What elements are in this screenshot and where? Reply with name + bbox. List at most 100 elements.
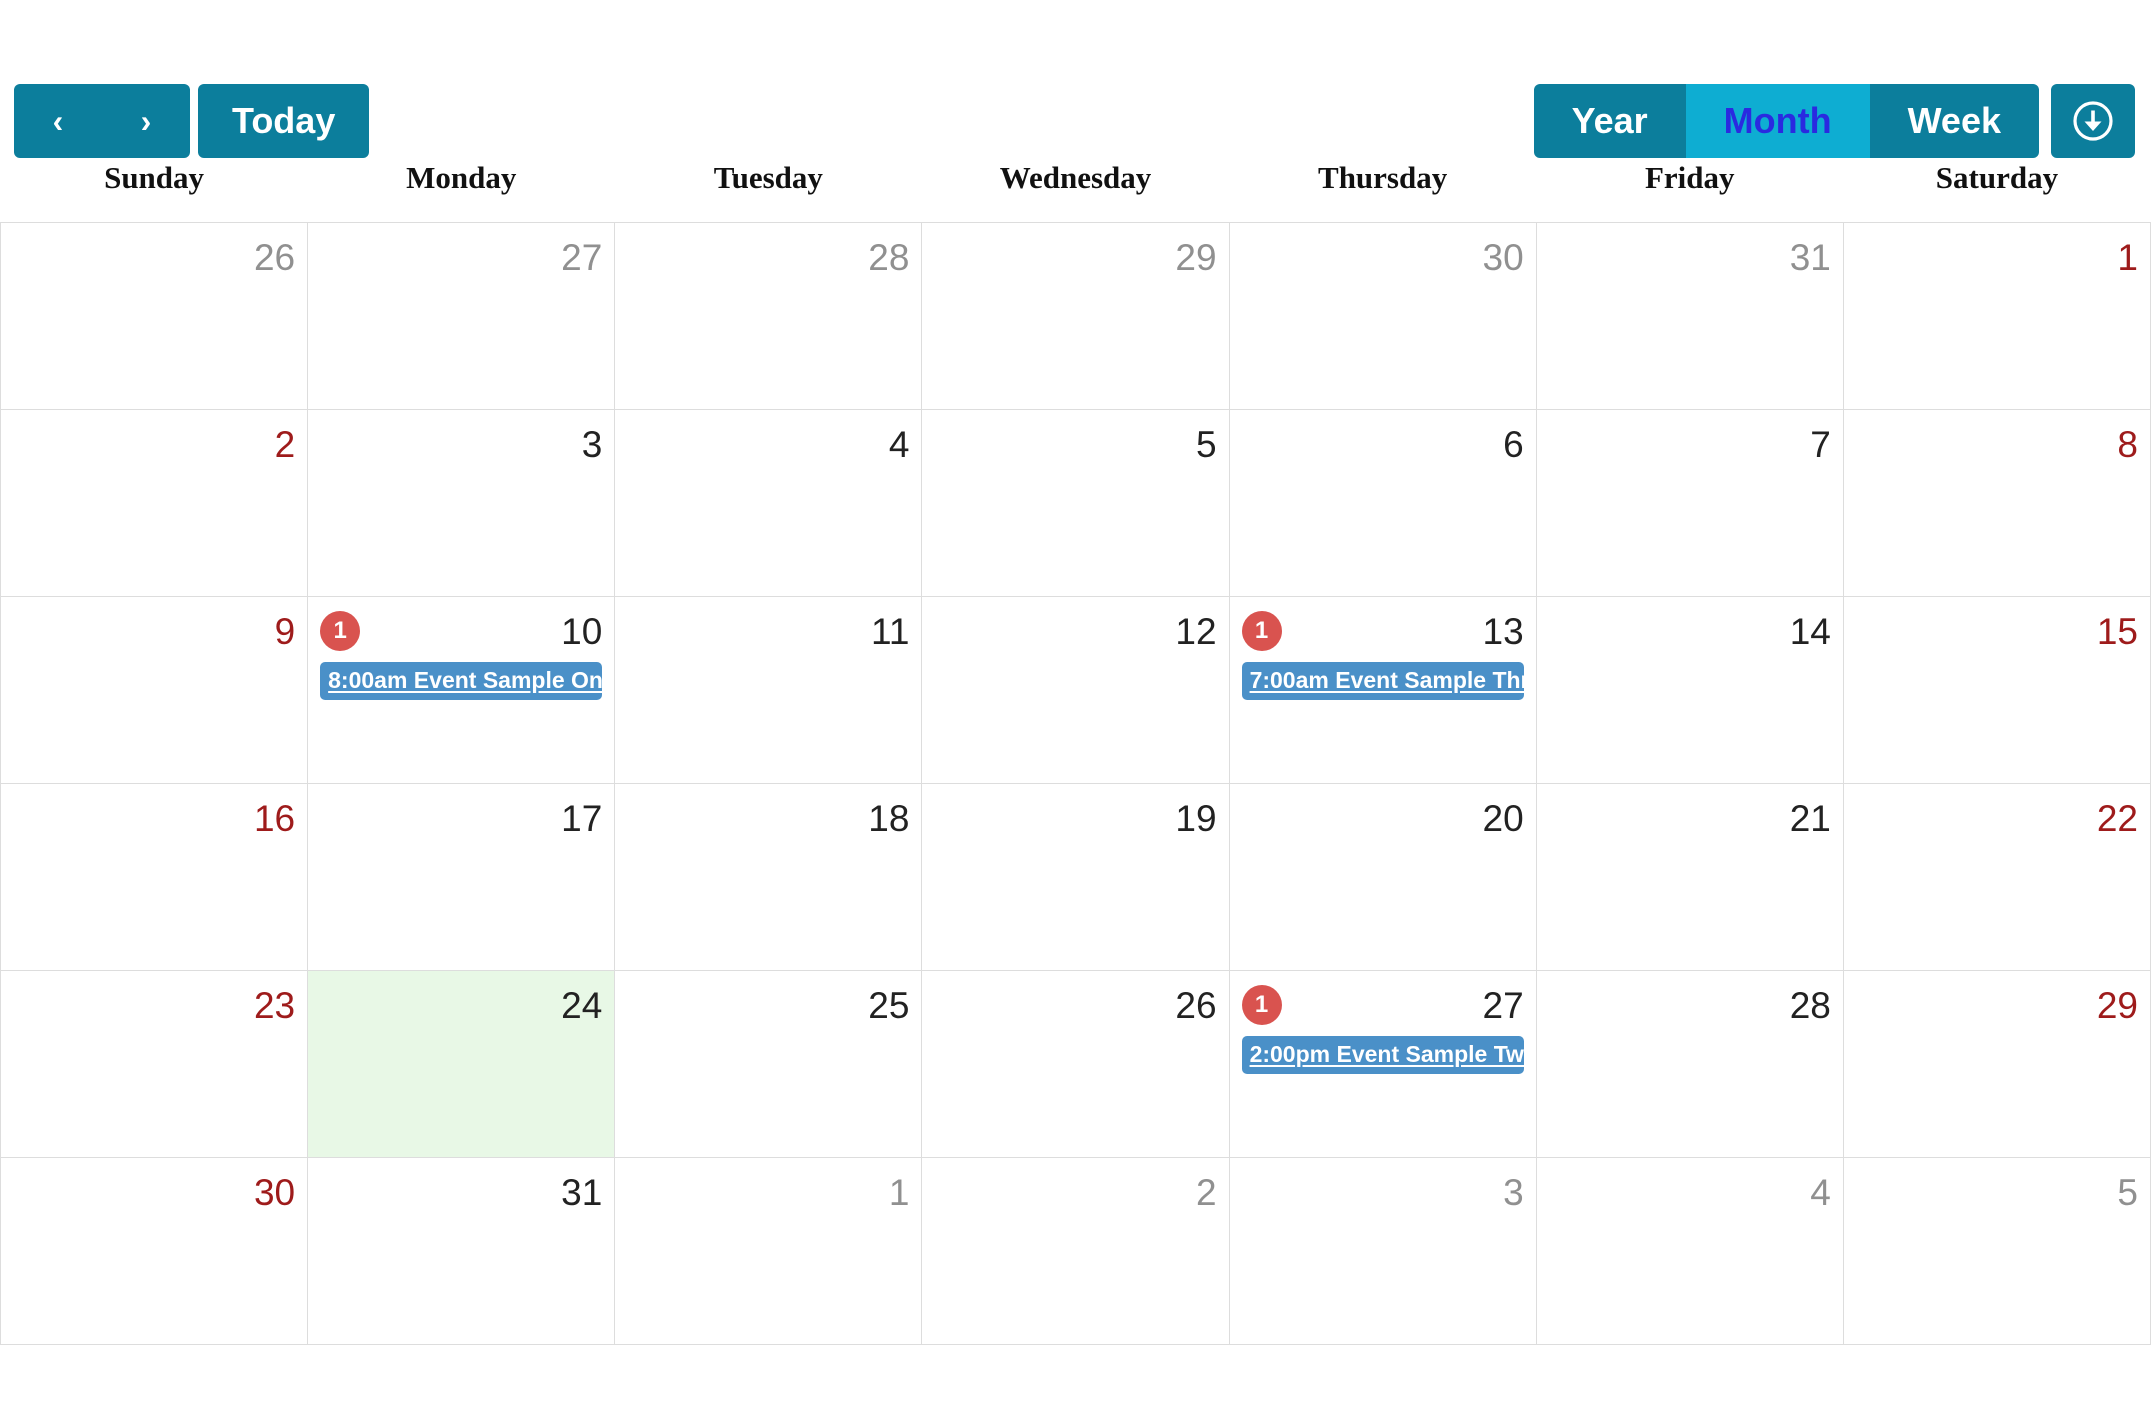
view-button-week[interactable]: Week: [1869, 84, 2039, 158]
toolbar-left-group: ‹ › Today: [14, 84, 370, 158]
day-number: 30: [1482, 236, 1524, 278]
calendar-day-cell[interactable]: 2: [0, 409, 309, 597]
calendar-day-cell[interactable]: 30: [0, 1157, 309, 1345]
day-number: 14: [1789, 610, 1831, 652]
day-number: 27: [561, 236, 603, 278]
calendar-day-cell[interactable]: 25: [614, 970, 923, 1158]
calendar-day-cell[interactable]: 19: [921, 783, 1230, 971]
calendar-day-cell[interactable]: 14: [1535, 596, 1844, 784]
view-button-month[interactable]: Month: [1685, 84, 1870, 158]
calendar-day-cell[interactable]: 30: [1228, 222, 1537, 410]
day-cell-header: 15: [1856, 605, 2138, 657]
calendar-day-cell[interactable]: 15: [1842, 596, 2151, 784]
day-cell-header: 23: [13, 979, 295, 1031]
day-cell-header: 14: [1549, 605, 1831, 657]
calendar-day-cell[interactable]: 23: [0, 970, 309, 1158]
day-header-tuesday: Tuesday: [614, 160, 922, 223]
day-cell-header: 22: [1856, 792, 2138, 844]
calendar-week-row: 23 24 25 26 1 27 2:00pm Event Sample Two 28 29: [0, 970, 2151, 1158]
calendar-day-cell[interactable]: 1 27 2:00pm Event Sample Two: [1228, 970, 1537, 1158]
event-count-badge: 1: [320, 611, 361, 651]
calendar-day-cell[interactable]: 29: [921, 222, 1230, 410]
calendar-day-cell[interactable]: 9: [0, 596, 309, 784]
day-cell-header: 1: [1856, 231, 2138, 283]
toolbar-right-group: Year Month Week: [1533, 84, 2135, 158]
calendar-day-cell[interactable]: 1: [1842, 222, 2151, 410]
calendar-day-cell[interactable]: 11: [614, 596, 923, 784]
calendar-event[interactable]: 8:00am Event Sample One: [320, 662, 603, 700]
calendar-day-cell[interactable]: 18: [614, 783, 923, 971]
calendar-day-cell[interactable]: 4: [614, 409, 923, 597]
day-cell-header: 1 10: [320, 605, 602, 657]
calendar-event[interactable]: 2:00pm Event Sample Two: [1241, 1036, 1524, 1074]
calendar-day-cell[interactable]: 17: [307, 783, 616, 971]
calendar-day-cell[interactable]: 21: [1535, 783, 1844, 971]
day-cell-header: 4: [627, 418, 910, 470]
calendar-day-cell[interactable]: 3: [1228, 1157, 1537, 1345]
day-number: 2: [274, 423, 296, 465]
calendar-day-cell[interactable]: 1 13 7:00am Event Sample Three: [1228, 596, 1537, 784]
calendar-day-cell[interactable]: 31: [307, 1157, 616, 1345]
next-period-button[interactable]: ›: [102, 84, 190, 158]
calendar-toolbar: ‹ › Today Year Month Week: [0, 0, 2151, 160]
day-cell-header: 1 13: [1241, 605, 1524, 657]
view-switcher: Year Month Week: [1533, 84, 2039, 158]
calendar-day-cell[interactable]: 31: [1535, 222, 1844, 410]
calendar-day-cell[interactable]: 22: [1842, 783, 2151, 971]
calendar-day-cell[interactable]: 16: [0, 783, 309, 971]
day-number: 6: [1503, 423, 1524, 465]
day-number: 27: [1482, 984, 1524, 1026]
view-button-year[interactable]: Year: [1533, 84, 1686, 158]
calendar-day-cell[interactable]: 1 10 8:00am Event Sample One: [307, 596, 616, 784]
calendar-day-cell[interactable]: 27: [307, 222, 616, 410]
day-number: 3: [1503, 1171, 1524, 1213]
calendar-day-cell[interactable]: 20: [1228, 783, 1537, 971]
day-cell-header: 2: [13, 418, 296, 470]
calendar-day-cell[interactable]: 29: [1842, 970, 2151, 1158]
day-number: 4: [1810, 1171, 1831, 1213]
day-number: 28: [868, 236, 910, 278]
calendar-day-cell[interactable]: 8: [1842, 409, 2151, 597]
calendar-day-cell[interactable]: 4: [1535, 1157, 1844, 1345]
day-cell-header: 30: [13, 1166, 295, 1218]
calendar-day-cell[interactable]: 12: [921, 596, 1230, 784]
calendar-day-cell[interactable]: 26: [0, 222, 309, 410]
download-button[interactable]: [2051, 84, 2135, 158]
nav-button-pair: ‹ ›: [14, 84, 190, 158]
calendar-day-cell[interactable]: 28: [1535, 970, 1844, 1158]
calendar-event[interactable]: 7:00am Event Sample Three: [1241, 662, 1524, 700]
day-cell-header: 1: [627, 1166, 910, 1218]
day-number: 31: [561, 1171, 603, 1213]
day-cell-header: 5: [934, 418, 1217, 470]
calendar-day-cell[interactable]: 5: [1842, 1157, 2151, 1345]
day-cell-header: 6: [1242, 418, 1524, 470]
calendar-day-cell[interactable]: 5: [921, 409, 1230, 597]
day-number: 8: [2117, 423, 2138, 465]
day-cell-header: 11: [627, 605, 909, 657]
day-cell-header: 8: [1856, 418, 2138, 470]
prev-period-button[interactable]: ‹: [14, 84, 102, 158]
calendar-day-cell[interactable]: 28: [614, 222, 923, 410]
calendar-day-cell[interactable]: 1: [614, 1157, 923, 1345]
day-number: 26: [253, 236, 296, 278]
calendar-day-cell[interactable]: 3: [307, 409, 616, 597]
calendar-day-cell[interactable]: 2: [921, 1157, 1230, 1345]
day-cell-header: 7: [1549, 418, 1831, 470]
calendar-grid: Sunday Monday Tuesday Wednesday Thursday…: [0, 160, 2151, 1345]
day-number: 5: [2117, 1171, 2138, 1213]
day-cell-header: 9: [13, 605, 296, 657]
today-button[interactable]: Today: [198, 84, 370, 158]
day-number: 9: [274, 610, 296, 652]
calendar-day-cell[interactable]: 24: [307, 970, 616, 1158]
day-cell-header: 26: [13, 231, 295, 283]
day-cell-header: 5: [1856, 1166, 2138, 1218]
day-number: 17: [561, 797, 603, 839]
day-number: 28: [1789, 984, 1831, 1026]
calendar-day-cell[interactable]: 26: [921, 970, 1230, 1158]
calendar-day-cell[interactable]: 7: [1535, 409, 1844, 597]
day-number: 3: [581, 423, 603, 465]
event-count-badge: 1: [1241, 985, 1282, 1025]
calendar-day-cell[interactable]: 6: [1228, 409, 1537, 597]
day-cell-header: 21: [1549, 792, 1831, 844]
day-cell-header: 27: [320, 231, 602, 283]
